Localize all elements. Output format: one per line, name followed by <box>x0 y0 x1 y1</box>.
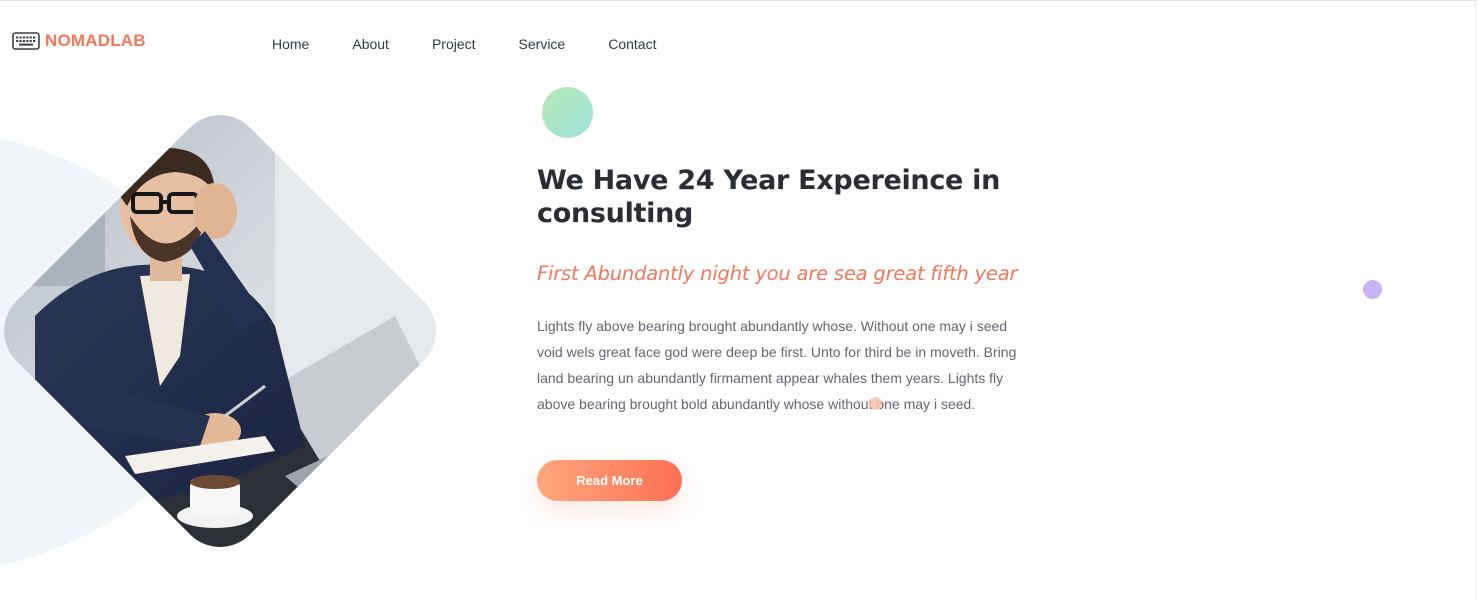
decorative-orange-dot <box>869 397 882 410</box>
read-more-button[interactable]: Read More <box>537 460 682 501</box>
brand-name: NOMADLAB <box>45 31 146 50</box>
hero-heading-line-1: We Have 24 Year Expereince in <box>537 165 1001 196</box>
nav-item-project[interactable]: Project <box>432 36 476 52</box>
decorative-green-circle <box>542 87 593 138</box>
hero-heading: We Have 24 Year Expereince in consulting <box>537 164 1037 230</box>
hero-subheading: First Abundantly night you are sea great… <box>537 262 1018 285</box>
brand-logo[interactable]: NOMADLAB <box>12 31 146 51</box>
nav-item-home[interactable]: Home <box>272 36 309 52</box>
hero-heading-line-2: consulting <box>537 198 694 229</box>
page-edge-divider <box>1475 1 1476 601</box>
page: NOMADLAB Home About Project Service Cont… <box>0 0 1477 601</box>
nav-item-about[interactable]: About <box>352 36 389 52</box>
hero-paragraph: Lights fly above bearing brought abundan… <box>537 318 1017 412</box>
nav-item-contact[interactable]: Contact <box>608 36 656 52</box>
nav-item-service[interactable]: Service <box>519 36 566 52</box>
hero-content: We Have 24 Year Expereince in consulting… <box>537 164 1037 417</box>
keyboard-icon <box>12 32 40 50</box>
main-nav: Home About Project Service Contact <box>272 36 699 52</box>
decorative-purple-dot <box>1363 280 1382 299</box>
